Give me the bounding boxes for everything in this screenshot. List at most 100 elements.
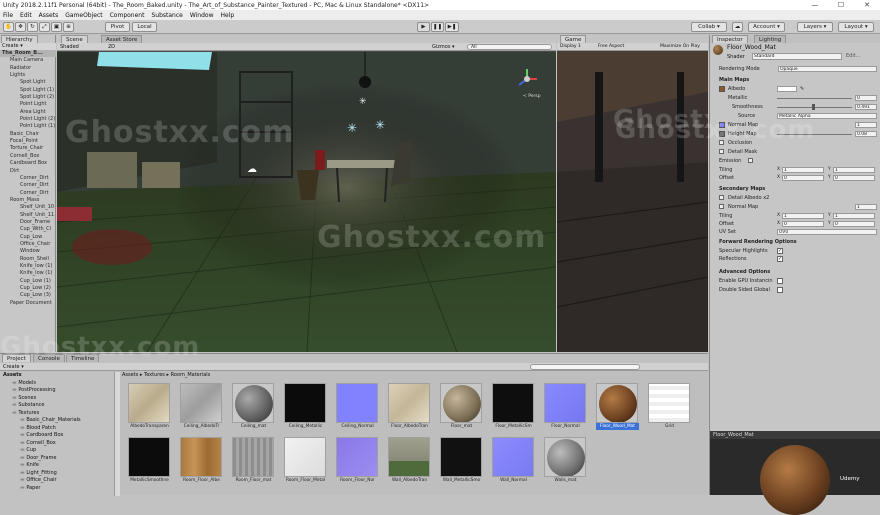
tree-folder[interactable]: ▬ Substance — [0, 402, 114, 410]
hierarchy-item[interactable]: Paper Document — [0, 300, 56, 307]
tree-folder[interactable]: ▬ PostProcessing — [0, 387, 114, 395]
asset-item[interactable]: Floor_AlbedoTran — [388, 383, 431, 431]
hierarchy-item[interactable]: Cardboard Box — [0, 160, 56, 167]
hierarchy-item[interactable]: Room_Shell — [0, 256, 56, 263]
hierarchy-item[interactable]: Shelf_Unit_11 — [0, 212, 56, 219]
perspective-label[interactable]: < Persp — [523, 94, 541, 99]
tab-hierarchy[interactable]: Hierarchy — [1, 35, 38, 43]
layout-dropdown[interactable]: Layout ▾ — [838, 22, 874, 32]
hierarchy-item[interactable]: Cup_With_Cl — [0, 226, 56, 233]
hierarchy-item[interactable]: Basic_Chair — [0, 131, 56, 138]
hierarchy-scene-root[interactable]: The_Room_B... — [0, 50, 56, 58]
hierarchy-item[interactable]: Corner_Dirt — [0, 175, 56, 182]
asset-item[interactable]: Room_Floor_Metal — [284, 437, 327, 485]
tab-asset-store[interactable]: Asset Store — [101, 35, 143, 43]
tree-root-assets[interactable]: Assets — [0, 372, 114, 380]
tree-folder[interactable]: ▬ Cup — [0, 447, 114, 455]
asset-item[interactable]: Ceiling_Normal — [336, 383, 379, 431]
height-map-value[interactable]: 0.08 — [855, 131, 877, 137]
hierarchy-item[interactable]: Spot Light (2) — [0, 94, 56, 101]
offset-x-input[interactable]: 0 — [782, 175, 824, 181]
asset-item[interactable]: Wall_Normal — [492, 437, 535, 485]
hierarchy-item[interactable]: Spot Light — [0, 79, 56, 86]
tree-folder[interactable]: ▬ Blood Patch — [0, 425, 114, 433]
hierarchy-item[interactable]: Door_Frame — [0, 219, 56, 226]
tree-folder[interactable]: ▬ Office_Chair — [0, 477, 114, 485]
tree-folder[interactable]: ▬ Textures — [0, 410, 114, 418]
hierarchy-item[interactable]: Lights — [0, 72, 56, 79]
hierarchy-item[interactable]: Dirt — [0, 168, 56, 175]
specular-checkbox[interactable]: ✓ — [777, 248, 783, 254]
hierarchy-create-button[interactable]: Create ▾ — [0, 43, 56, 50]
emission-checkbox[interactable] — [748, 158, 753, 163]
tab-scene[interactable]: Scene — [61, 35, 88, 43]
metallic-value[interactable]: 0 — [855, 95, 877, 101]
local-toggle[interactable]: Local — [132, 22, 157, 32]
menu-edit[interactable]: Edit — [20, 12, 32, 19]
edit-shader-button[interactable]: Edit... — [846, 53, 860, 59]
minimize-button[interactable]: — — [802, 1, 828, 9]
hierarchy-item[interactable]: Corner_Dirt — [0, 182, 56, 189]
pivot-toggle[interactable]: Pivot — [105, 22, 130, 32]
asset-item[interactable]: Room_Floor_Nor — [336, 437, 379, 485]
asset-item[interactable]: Ceiling_Metallic — [284, 383, 327, 431]
metallic-slider[interactable] — [777, 98, 852, 99]
menu-assets[interactable]: Assets — [39, 12, 59, 19]
maximize-button[interactable]: ☐ — [828, 1, 854, 9]
gizmos-dropdown[interactable]: Gizmos ▾ — [432, 43, 455, 51]
tree-folder[interactable]: ▬ Basic_Chair_Materials — [0, 417, 114, 425]
menu-help[interactable]: Help — [221, 12, 235, 19]
display-dropdown[interactable]: Display 1 — [560, 43, 581, 51]
material-preview-panel[interactable]: Floor_Wood_Mat Udemy — [710, 431, 880, 515]
rect-tool-icon[interactable]: ▣ — [51, 22, 62, 32]
hierarchy-item[interactable]: Cup_Low (3) — [0, 292, 56, 299]
scene-search-input[interactable]: All — [467, 44, 552, 50]
asset-item[interactable]: Floor_Normal — [544, 383, 587, 431]
asset-item[interactable]: Grid — [648, 383, 691, 431]
hierarchy-item[interactable]: Knife_low (1) — [0, 263, 56, 270]
maximize-on-play-toggle[interactable]: Maximize On Play — [660, 43, 700, 51]
scale-tool-icon[interactable]: ⤢ — [39, 22, 50, 32]
menu-substance[interactable]: Substance — [151, 12, 182, 19]
asset-item[interactable]: Room_Floor_Albe — [180, 437, 223, 485]
pause-button[interactable]: ❚❚ — [431, 22, 444, 32]
menu-gameobject[interactable]: GameObject — [65, 12, 102, 19]
detail-albedo-slot[interactable] — [719, 195, 724, 200]
asset-item[interactable]: Floor_Wood_Mat — [596, 383, 639, 431]
tree-folder[interactable]: ▬ Scenes — [0, 395, 114, 403]
hierarchy-item[interactable]: Corner_Dirt — [0, 190, 56, 197]
hierarchy-item[interactable]: Area Light — [0, 109, 56, 116]
close-button[interactable]: ✕ — [854, 1, 880, 9]
aspect-dropdown[interactable]: Free Aspect — [598, 43, 624, 51]
hierarchy-item[interactable]: Radiator — [0, 65, 56, 72]
tree-folder[interactable]: ▬ Light_Fitting — [0, 470, 114, 478]
menu-component[interactable]: Component — [110, 12, 145, 19]
detail-mask-slot[interactable] — [719, 149, 724, 154]
tree-folder[interactable]: ▬ Models — [0, 380, 114, 388]
menu-window[interactable]: Window — [190, 12, 214, 19]
asset-item[interactable]: Ceiling_AlbedoTr — [180, 383, 223, 431]
tree-folder[interactable]: ▬ Knife — [0, 462, 114, 470]
tiling-y-input[interactable]: 1 — [833, 167, 875, 173]
asset-item[interactable]: Wall_MetallicSmo — [440, 437, 483, 485]
tree-folder[interactable]: ▬ Cornell_Box — [0, 440, 114, 448]
game-view[interactable]: Game Display 1 Free Aspect Maximize On P… — [557, 35, 812, 352]
gpu-instancing-checkbox[interactable] — [777, 278, 783, 284]
rendering-mode-dropdown[interactable]: Opaque — [778, 66, 877, 72]
scene-view[interactable]: Scene Asset Store Shaded 2D Gizmos ▾ All — [57, 35, 556, 352]
smoothness-slider-thumb[interactable] — [812, 104, 815, 110]
reflections-checkbox[interactable]: ✓ — [777, 256, 783, 262]
hierarchy-item[interactable]: Torture_Chair — [0, 145, 56, 152]
secondary-normal-value[interactable]: 1 — [855, 204, 877, 210]
tiling-x-input[interactable]: 1 — [782, 167, 824, 173]
secondary-offset-x[interactable]: 0 — [782, 221, 824, 227]
hierarchy-item[interactable]: Room_Mass — [0, 197, 56, 204]
2d-toggle[interactable]: 2D — [108, 43, 115, 51]
secondary-tiling-x[interactable]: 1 — [782, 213, 824, 219]
layers-dropdown[interactable]: Layers ▾ — [797, 22, 833, 32]
tab-lighting[interactable]: Lighting — [754, 35, 787, 43]
transform-tool-icon[interactable]: ⊕ — [63, 22, 74, 32]
cloud-icon[interactable]: ☁ — [732, 22, 743, 32]
hierarchy-item[interactable]: Knife_low (1) — [0, 270, 56, 277]
tab-game[interactable]: Game — [560, 35, 587, 43]
